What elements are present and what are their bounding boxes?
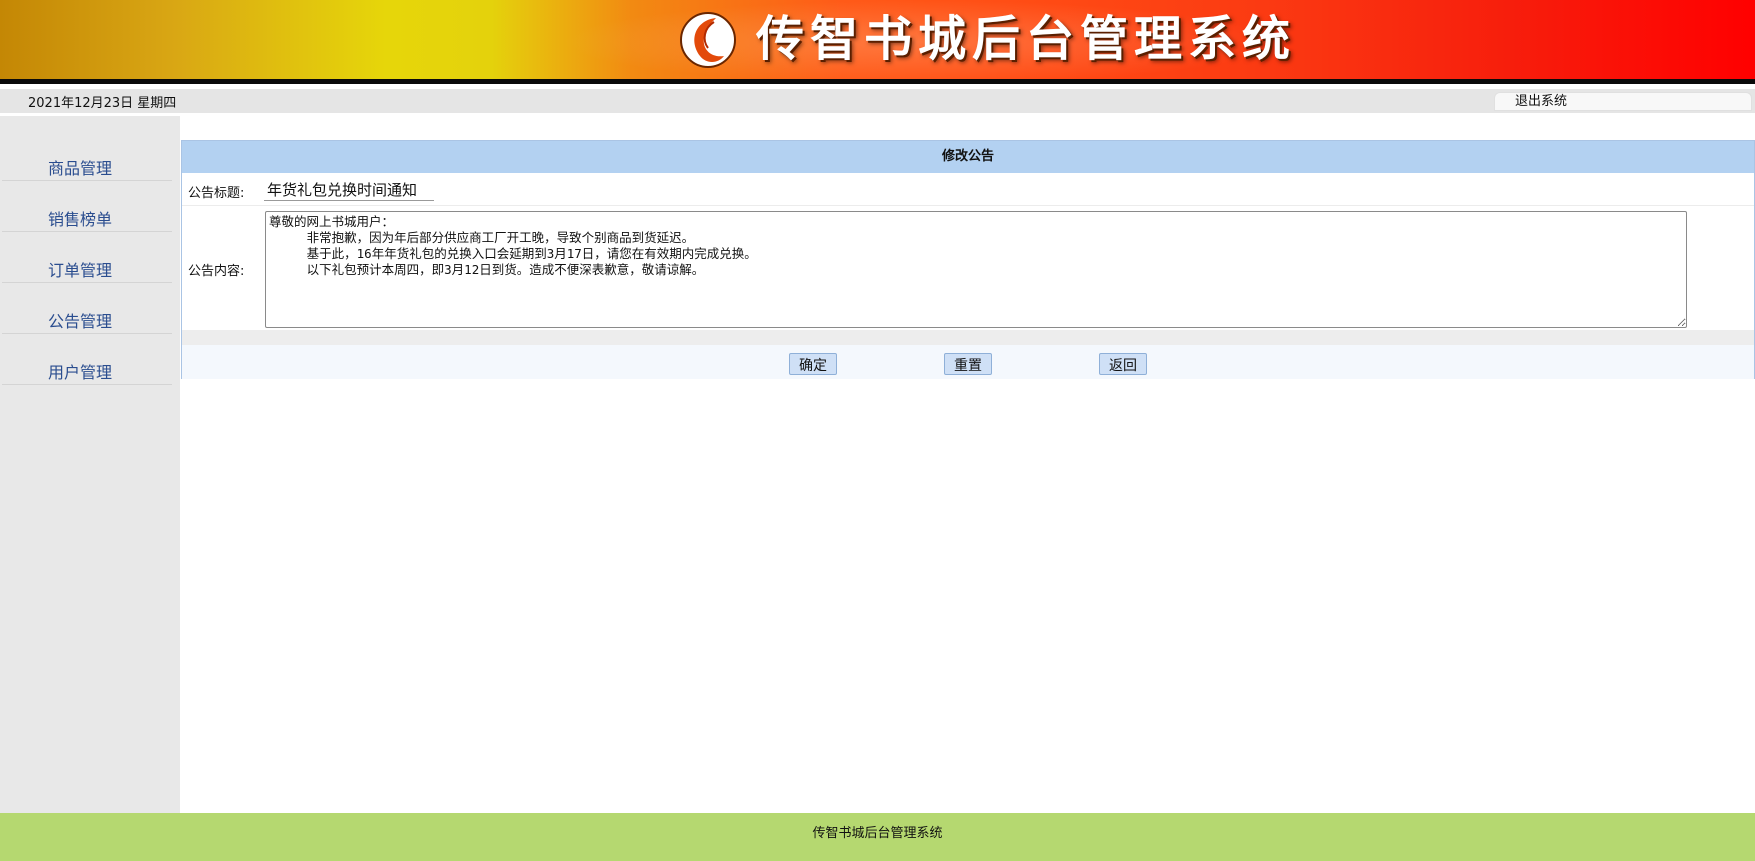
sidebar: 商品管理 销售榜单 订单管理 公告管理 用户管理 bbox=[0, 116, 180, 813]
sidebar-item-label: 商品管理 bbox=[48, 159, 113, 178]
back-button[interactable]: 返回 bbox=[1099, 353, 1147, 375]
current-date: 2021年12月23日 星期四 bbox=[28, 96, 177, 111]
button-row: 确定 重置 返回 bbox=[182, 345, 1754, 379]
sidebar-item-users[interactable]: 用户管理 bbox=[2, 335, 172, 385]
sidebar-item-sales-ranking[interactable]: 销售榜单 bbox=[2, 182, 172, 232]
content-row: 公告内容: 尊敬的网上书城用户： 非常抱歉，因为年后部分供应商工厂开工晚，导致个… bbox=[182, 207, 1754, 330]
title-row: 公告标题: bbox=[182, 173, 1754, 206]
edit-notice-panel: 修改公告 公告标题: 公告内容: 尊敬的网上书城用户： 非常抱歉，因为年后部分供… bbox=[181, 140, 1755, 379]
content-label: 公告内容: bbox=[188, 264, 245, 279]
footer: 传智书城后台管理系统 bbox=[0, 813, 1755, 861]
confirm-button[interactable]: 确定 bbox=[789, 353, 837, 375]
banner: 传智书城后台管理系统 bbox=[0, 0, 1755, 84]
date-bar: 2021年12月23日 星期四 退出系统 bbox=[0, 89, 1755, 113]
app-root: 传智书城后台管理系统 2021年12月23日 星期四 退出系统 商品管理 销售榜… bbox=[0, 0, 1755, 861]
sidebar-item-notices[interactable]: 公告管理 bbox=[2, 284, 172, 334]
sidebar-item-label: 公告管理 bbox=[48, 312, 113, 331]
content-textarea[interactable]: 尊敬的网上书城用户： 非常抱歉，因为年后部分供应商工厂开工晚，导致个别商品到货延… bbox=[265, 211, 1687, 328]
title-label: 公告标题: bbox=[188, 186, 245, 201]
sidebar-item-label: 销售榜单 bbox=[48, 210, 113, 229]
reset-button[interactable]: 重置 bbox=[944, 353, 992, 375]
sidebar-item-orders[interactable]: 订单管理 bbox=[2, 233, 172, 283]
banner-title: 传智书城后台管理系统 bbox=[756, 11, 1297, 67]
logout-button[interactable]: 退出系统 bbox=[1494, 92, 1752, 111]
swoosh-logo-icon bbox=[680, 12, 736, 68]
panel-title: 修改公告 bbox=[182, 141, 1754, 173]
divider bbox=[182, 330, 1754, 345]
sidebar-item-label: 用户管理 bbox=[48, 363, 113, 382]
sidebar-item-products[interactable]: 商品管理 bbox=[2, 131, 172, 181]
sidebar-item-label: 订单管理 bbox=[48, 261, 113, 280]
title-input[interactable] bbox=[264, 178, 434, 201]
